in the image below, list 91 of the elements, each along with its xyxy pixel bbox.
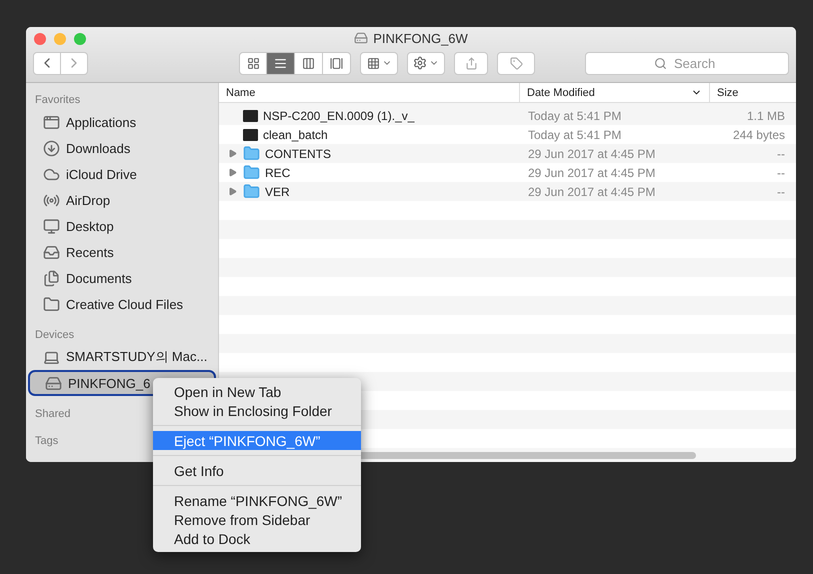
sidebar-heading: Devices <box>34 328 76 343</box>
download-icon <box>43 140 60 156</box>
file-row[interactable]: CONTENTS 29 Jun 2017 at 4:45 PM -- <box>219 144 796 163</box>
size-cell-text: -- <box>776 166 786 180</box>
terminal-icon <box>243 128 258 140</box>
arrange-button[interactable] <box>360 52 398 74</box>
size-cell-text: 1.1 MB <box>746 108 786 122</box>
action-button[interactable] <box>407 52 445 74</box>
grid-icon <box>246 56 260 70</box>
drive-icon <box>45 374 62 392</box>
zoom-button[interactable] <box>74 33 86 45</box>
sidebar-label: Downloads <box>66 140 130 156</box>
size-cell-text: 244 bytes <box>732 128 786 142</box>
size-cell-text: -- <box>776 184 786 198</box>
tag-button[interactable] <box>497 52 535 74</box>
app-icon <box>43 114 60 130</box>
sidebar-label: Applications <box>66 114 136 130</box>
search-field[interactable]: Search <box>585 52 789 74</box>
folder-icon <box>43 296 60 312</box>
gallery-icon <box>330 56 343 70</box>
grid-icon <box>366 56 380 70</box>
file-row[interactable]: VER 29 Jun 2017 at 4:45 PM -- <box>219 182 796 201</box>
disclosure-icon[interactable] <box>228 149 237 158</box>
date-cell-text: 29 Jun 2017 at 4:45 PM <box>527 184 656 198</box>
sidebar-item[interactable]: iCloud Drive <box>26 161 218 187</box>
file-name: clean_batch <box>263 128 328 142</box>
tag-icon <box>510 56 522 70</box>
sidebar-label: Desktop <box>66 218 114 234</box>
disclosure-icon[interactable] <box>228 187 237 196</box>
view-button[interactable] <box>267 52 295 74</box>
sidebar-item[interactable]: Desktop <box>26 213 218 239</box>
sidebar-item[interactable]: Creative Cloud Files <box>26 291 218 317</box>
sidebar-item[interactable]: Applications <box>26 109 218 135</box>
menu-item[interactable]: Get Info <box>153 461 361 480</box>
menu-item[interactable]: Show in Enclosing Folder <box>153 401 361 420</box>
share-icon <box>464 56 478 70</box>
sidebar-label: PINKFONG_6 <box>68 376 150 390</box>
file-name: REC <box>265 166 290 180</box>
folder-icon <box>243 164 260 181</box>
date-cell-text: 29 Jun 2017 at 4:45 PM <box>527 166 656 180</box>
menu-item[interactable]: Remove from Sidebar <box>153 510 361 529</box>
date-cell-text: Today at 5:41 PM <box>527 108 622 122</box>
sidebar-label: Recents <box>66 244 114 260</box>
sidebar-label: AirDrop <box>66 192 110 208</box>
view-button[interactable] <box>323 52 351 74</box>
window-title: PINKFONG_6W <box>373 30 468 46</box>
date-cell-text: Today at 5:41 PM <box>527 128 622 142</box>
list-icon <box>274 56 287 70</box>
file-name: CONTENTS <box>265 146 331 160</box>
close-button[interactable] <box>34 33 46 45</box>
menu-item[interactable]: Rename “PINKFONG_6W” <box>153 491 361 510</box>
menu-item[interactable]: Eject “PINKFONG_6W” <box>153 431 361 450</box>
sidebar-item[interactable]: Recents <box>26 239 218 265</box>
column-header[interactable]: Name <box>219 83 519 102</box>
view-button[interactable] <box>295 52 323 74</box>
sidebar-item[interactable]: AirDrop <box>26 187 218 213</box>
column-header[interactable]: Date Modified <box>519 83 709 102</box>
forward-button[interactable] <box>61 52 88 74</box>
sidebar-heading: Tags <box>34 434 60 449</box>
sidebar-label: iCloud Drive <box>66 166 137 182</box>
menu-item[interactable]: Add to Dock <box>153 529 361 548</box>
back-button[interactable] <box>33 52 61 74</box>
sidebar-label: Documents <box>66 270 132 286</box>
terminal-icon <box>243 110 258 122</box>
tray-icon <box>43 244 60 260</box>
monitor-icon <box>43 218 60 234</box>
sidebar-item[interactable]: Downloads <box>26 135 218 161</box>
column-header[interactable]: Size <box>709 83 796 102</box>
columns-icon <box>302 56 315 70</box>
sidebar-label: Creative Cloud Files <box>66 296 184 312</box>
file-name: NSP-C200_EN.0009 (1)._v_ <box>263 108 414 122</box>
file-name: VER <box>265 184 290 198</box>
date-cell-text: 29 Jun 2017 at 4:45 PM <box>527 146 656 160</box>
search-icon <box>654 56 667 70</box>
folder-icon <box>243 145 260 162</box>
drive-icon <box>354 31 368 45</box>
folder-icon <box>243 183 260 200</box>
sidebar-heading: Shared <box>34 407 72 422</box>
file-row[interactable]: clean_batch Today at 5:41 PM 244 bytes <box>219 125 796 144</box>
sidebar-heading: Favorites <box>34 93 82 108</box>
sidebar-item[interactable]: Documents <box>26 265 218 291</box>
file-row[interactable]: REC 29 Jun 2017 at 4:45 PM -- <box>219 163 796 182</box>
share-button[interactable] <box>454 52 488 74</box>
view-button[interactable] <box>239 52 267 74</box>
disclosure-icon[interactable] <box>228 168 237 177</box>
size-cell-text: -- <box>776 146 786 160</box>
sidebar-item[interactable]: SMARTSTUDY의 Mac... <box>26 344 218 370</box>
gear-icon <box>413 56 427 70</box>
sidebar-label: SMARTSTUDY의 Mac... <box>66 348 208 366</box>
documents-icon <box>43 270 60 286</box>
file-row[interactable]: NSP-C200_EN.0009 (1)._v_ Today at 5:41 PM 1.1 MB <box>219 106 796 125</box>
